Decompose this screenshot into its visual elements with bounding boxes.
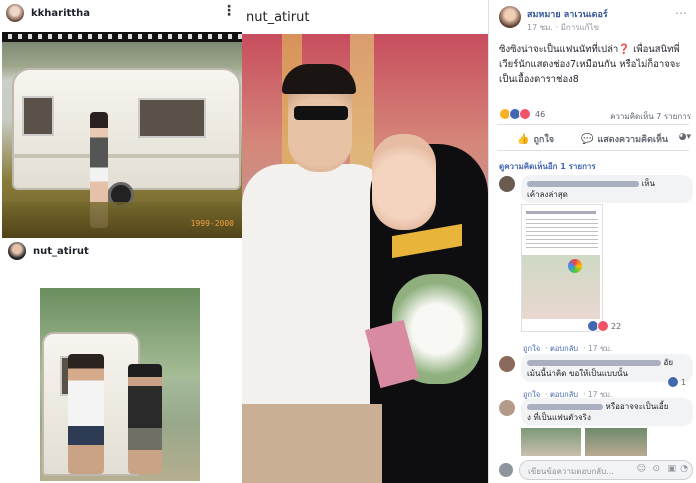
comment-photos[interactable]	[521, 428, 647, 456]
like-action[interactable]: ถูกใจ	[523, 344, 540, 353]
comment-icon: 💬	[581, 133, 594, 145]
avatar[interactable]	[6, 4, 24, 22]
more-options-icon[interactable]: ⋯	[675, 6, 687, 20]
comment-screenshot[interactable]	[521, 204, 603, 332]
commenter-avatar[interactable]	[499, 400, 515, 416]
author-avatar[interactable]	[499, 6, 521, 28]
avatar[interactable]	[8, 242, 26, 260]
reaction-count: 1	[681, 377, 687, 387]
love-icon	[519, 108, 531, 120]
camera-icon[interactable]: ⊙	[652, 464, 660, 474]
username[interactable]: kkharittha	[31, 8, 90, 19]
like-icon	[667, 376, 679, 388]
man-figure-2	[128, 364, 162, 474]
ig-post-2: nut_atirut	[0, 238, 242, 483]
reaction-count: 46	[535, 109, 546, 119]
caravan-photo: 1999-2000	[2, 42, 242, 238]
sticker-icon[interactable]: ◔	[680, 464, 688, 474]
sunglasses	[294, 106, 348, 120]
post-time[interactable]: 17 ชม.	[527, 23, 553, 32]
reply-input[interactable]: เขียนข้อความตอบกลับ... ☺ ⊙ ▣ ◔	[519, 460, 693, 480]
caravan	[12, 68, 241, 190]
film-frame: 1999-2000	[2, 32, 242, 238]
comment-3: หรืออาจจะเป็นเอี้ย ง ที่เป็นแฟนตัวจริง	[521, 398, 693, 426]
post-text: ซิงซิงน่าจะเป็นแฟนนัทที่เปล่า❓ เพื่อนสนิ…	[499, 44, 681, 85]
man-figure-1	[68, 354, 104, 474]
comment-button[interactable]: 💬 แสดงความคิดเห็น	[581, 132, 668, 146]
comment-time[interactable]: 17 ชม.	[588, 344, 612, 353]
graduation-photo	[242, 34, 488, 483]
facebook-post: สมหมาย ลาเวนเดอร์ 17 ชม. · มีการแก้ไข ⋯ …	[488, 0, 696, 483]
reply-action[interactable]: ตอบกลับ	[550, 344, 578, 353]
reactions-summary[interactable]: 46	[499, 108, 545, 120]
film-year: 1999-2000	[190, 219, 234, 228]
author-name[interactable]: สมหมาย ลาเวนเดอร์	[527, 7, 608, 21]
username[interactable]: nut_atirut	[33, 246, 89, 257]
view-more-comments[interactable]: ดูความคิดเห็นอีก 1 รายการ	[499, 160, 596, 173]
my-avatar[interactable]	[499, 463, 513, 477]
username[interactable]: nut_atirut	[246, 10, 309, 25]
avatar-dropdown-icon[interactable]: ◕▾	[679, 132, 691, 142]
ig-post-1: kkharittha ⋮ 1999-2000	[0, 0, 242, 238]
commenter-avatar[interactable]	[499, 176, 515, 192]
woman-face	[372, 134, 436, 230]
comment-1: เห็น เค้าลงล่าสุด	[521, 175, 693, 203]
emoji-icon[interactable]: ☺	[637, 464, 646, 474]
reaction-count: 22	[611, 321, 622, 331]
thumbs-up-icon: 👍	[517, 133, 530, 145]
more-options-icon[interactable]: ⋮	[222, 3, 236, 19]
gif-icon[interactable]: ▣	[667, 464, 676, 474]
love-icon	[597, 320, 609, 332]
caravan-photo-2	[40, 288, 200, 481]
comment-count[interactable]: ความคิดเห็น 7 รายการ	[610, 110, 691, 123]
commenter-avatar[interactable]	[499, 356, 515, 372]
edited-label[interactable]: มีการแก้ไข	[561, 23, 599, 32]
like-button[interactable]: 👍 ถูกใจ	[517, 132, 554, 146]
ig-post-3-header: nut_atirut	[242, 0, 488, 34]
